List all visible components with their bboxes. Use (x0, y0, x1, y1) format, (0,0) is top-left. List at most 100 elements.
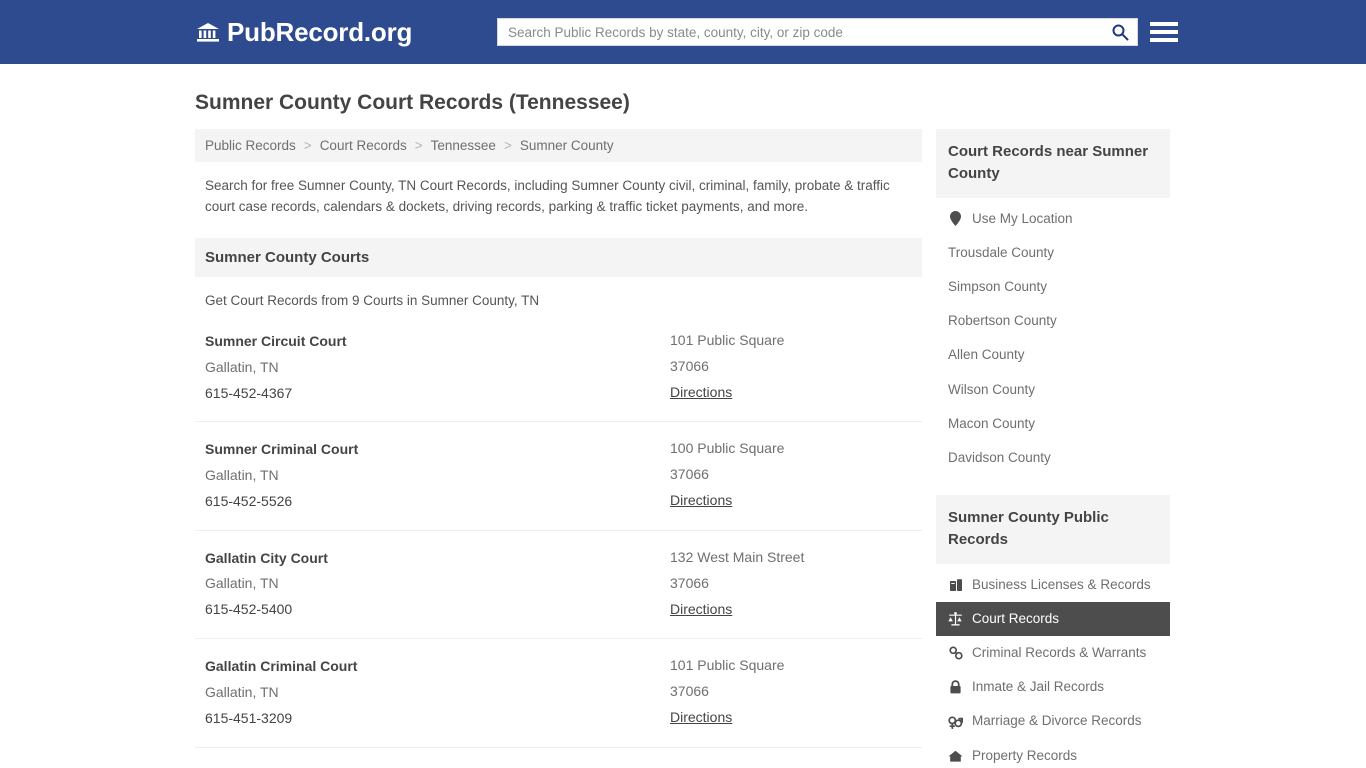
site-header: PubRecord.org (0, 0, 1366, 64)
court-zip: 37066 (670, 574, 709, 591)
sidebar-item-trousdale-county[interactable]: Trousdale County (936, 236, 1170, 270)
sidebar-item-label: Trousdale County (948, 244, 1055, 260)
court-name: Sumner Criminal Court (205, 441, 359, 458)
content-container: Public Records > Court Records > Tenness… (0, 129, 1366, 768)
main-column: Public Records > Court Records > Tenness… (195, 129, 922, 768)
menu-bar-2 (1150, 30, 1178, 34)
court-info: Sumner Circuit Court Gallatin, TN 615-45… (205, 328, 670, 406)
court-name: Gallatin City Court (205, 549, 328, 566)
sidebar-item-label: Property Records (972, 747, 1078, 763)
breadcrumb-item-public-records[interactable]: Public Records (205, 138, 296, 153)
court-info: Gallatin Criminal Court Gallatin, TN 615… (205, 653, 670, 731)
page-body: Sumner County Court Records (Tennessee) … (0, 90, 1366, 768)
directions-link[interactable]: Directions (670, 597, 732, 623)
sidebar-item-allen-county[interactable]: Allen County (936, 338, 1170, 372)
lock-icon (948, 680, 963, 695)
map-pin-icon (948, 211, 963, 227)
sidebar-item-simpson-county[interactable]: Simpson County (936, 270, 1170, 304)
court-name: Gallatin Criminal Court (205, 658, 358, 675)
court-address-block: 1 Executive Park Drive 37075 Directions (670, 762, 912, 768)
search-input[interactable] (498, 19, 1103, 45)
court-address-block: 101 Public Square 37066 Directions (670, 653, 912, 731)
court-phone: 615-452-4367 (205, 384, 293, 401)
sidebar-item-label: Inmate & Jail Records (972, 679, 1105, 695)
search-icon[interactable] (1103, 19, 1137, 45)
court-phone: 615-452-5400 (205, 601, 293, 618)
sidebar-item-label: Use My Location (972, 210, 1073, 226)
breadcrumb-item-tennessee[interactable]: Tennessee (431, 138, 496, 153)
hamburger-menu-icon[interactable] (1150, 18, 1178, 46)
bank-icon (195, 19, 221, 45)
sidebar: Court Records near Sumner County Use My … (936, 129, 1170, 768)
court-address: 101 Public Square (670, 657, 785, 674)
sidebar-item-label: Macon County (948, 415, 1036, 431)
house-icon (948, 748, 963, 763)
sidebar-item-label: Davidson County (948, 450, 1051, 465)
venus-mars-icon (948, 714, 963, 729)
sidebar-item-robertson-county[interactable]: Robertson County (936, 304, 1170, 338)
site-logo[interactable]: PubRecord.org (195, 19, 412, 45)
sidebar-item-davidson-county[interactable]: Davidson County (936, 441, 1170, 475)
menu-bar-1 (1150, 22, 1178, 26)
court-address: 101 Public Square (670, 332, 785, 349)
court-phone: 615-451-3209 (205, 709, 293, 726)
sidebar-item-label: Court Records (972, 610, 1060, 626)
court-info: Hendersonville City Court Hendersonville… (205, 762, 670, 768)
section-subtitle-courts: Get Court Records from 9 Courts in Sumne… (205, 293, 540, 309)
court-city: Gallatin, TN (205, 358, 279, 375)
sidebar-item-business-licenses[interactable]: Business Licenses & Records (936, 564, 1170, 602)
section-header-courts: Sumner County Courts (195, 238, 922, 278)
court-address-block: 101 Public Square 37066 Directions (670, 328, 912, 406)
sidebar-item-marriage-divorce-records[interactable]: Marriage & Divorce Records (936, 704, 1170, 738)
page-intro-text: Search for free Sumner County, TN Court … (205, 178, 890, 215)
court-info: Sumner Criminal Court Gallatin, TN 615-4… (205, 436, 670, 514)
directions-link[interactable]: Directions (670, 488, 732, 514)
sidebar-item-criminal-records[interactable]: Criminal Records & Warrants (936, 636, 1170, 670)
court-city: Gallatin, TN (205, 575, 279, 592)
court-address: 100 Public Square (670, 440, 785, 457)
breadcrumb-item-court-records[interactable]: Court Records (320, 138, 407, 153)
court-zip: 37066 (670, 683, 709, 700)
briefcase-icon (948, 577, 963, 592)
directions-link[interactable]: Directions (670, 705, 732, 731)
menu-bar-3 (1150, 38, 1178, 42)
court-zip: 37066 (670, 466, 709, 483)
page-title: Sumner County Court Records (Tennessee) (195, 91, 630, 114)
sidebar-item-label: Robertson County (948, 313, 1057, 329)
court-address-block: 132 West Main Street 37066 Directions (670, 545, 912, 623)
court-list: Sumner Circuit Court Gallatin, TN 615-45… (195, 314, 922, 768)
table-row: Sumner Circuit Court Gallatin, TN 615-45… (195, 314, 922, 423)
search-bar (497, 18, 1138, 46)
court-address: 132 West Main Street (670, 548, 805, 565)
sidebar-item-court-records[interactable]: Court Records (936, 601, 1170, 637)
court-name: Hendersonville City Court (205, 762, 670, 768)
court-phone: 615-452-5526 (205, 492, 293, 509)
sidebar-item-property-records[interactable]: Property Records (936, 739, 1170, 768)
breadcrumb-separator: > (414, 138, 423, 154)
table-row: Gallatin Criminal Court Gallatin, TN 615… (195, 639, 922, 748)
site-logo-text: PubRecord.org (227, 17, 413, 47)
court-address: 1 Executive Park Drive (670, 762, 912, 768)
court-address-block: 100 Public Square 37066 Directions (670, 436, 912, 514)
court-city: Gallatin, TN (205, 683, 279, 700)
table-row: Sumner Criminal Court Gallatin, TN 615-4… (195, 422, 922, 531)
sidebar-item-label: Allen County (948, 347, 1025, 363)
breadcrumb: Public Records > Court Records > Tenness… (195, 129, 922, 163)
sidebar-item-macon-county[interactable]: Macon County (936, 407, 1170, 441)
sidebar-item-label: Marriage & Divorce Records (972, 713, 1142, 729)
table-row: Hendersonville City Court Hendersonville… (195, 748, 922, 768)
breadcrumb-separator: > (503, 138, 512, 154)
sidebar-item-label: Wilson County (948, 381, 1036, 397)
directions-link[interactable]: Directions (670, 380, 732, 406)
sidebar-nearby-list: Use My Location Trousdale County Simpson… (936, 198, 1170, 476)
sidebar-public-records-list: Business Licenses & Records Court Record… (936, 564, 1170, 768)
court-info: Gallatin City Court Gallatin, TN 615-452… (205, 545, 670, 623)
breadcrumb-item-sumner-county[interactable]: Sumner County (520, 138, 614, 153)
scales-of-justice-icon (948, 611, 963, 626)
sidebar-item-inmate-jail-records[interactable]: Inmate & Jail Records (936, 670, 1170, 704)
court-name: Sumner Circuit Court (205, 333, 347, 350)
sidebar-header-public-records: Sumner County Public Records (936, 495, 1170, 564)
sidebar-item-use-my-location[interactable]: Use My Location (936, 198, 1170, 236)
sidebar-header-nearby: Court Records near Sumner County (936, 129, 1170, 198)
sidebar-item-wilson-county[interactable]: Wilson County (936, 373, 1170, 407)
